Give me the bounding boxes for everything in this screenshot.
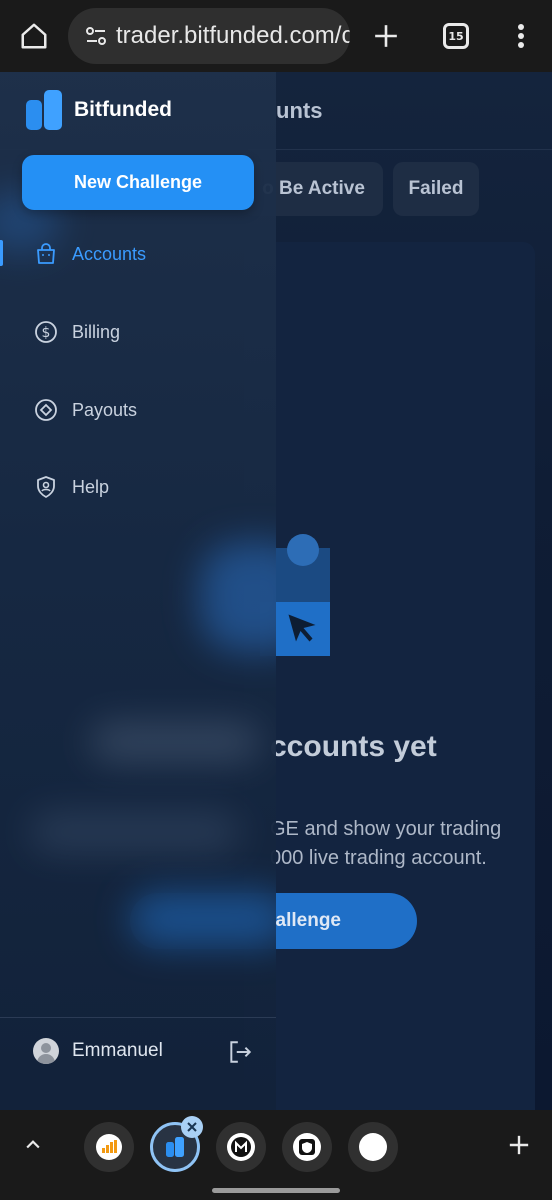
more-menu-icon <box>518 24 524 48</box>
tab-orange-icon <box>96 1134 122 1160</box>
logout-icon <box>230 1041 252 1063</box>
empty-state-card <box>244 242 535 1110</box>
sidebar-item-payouts[interactable]: Payouts <box>0 384 276 436</box>
add-tab-icon <box>509 1135 529 1155</box>
divider <box>0 1017 276 1018</box>
brand-logo[interactable]: Bitfunded <box>26 90 172 130</box>
avatar <box>33 1038 59 1064</box>
sidebar-item-label: Accounts <box>72 243 147 264</box>
cursor-icon <box>288 614 316 642</box>
sidebar-item-label: Payouts <box>72 399 138 420</box>
dollar-circle-icon: $ <box>33 319 59 345</box>
tab-switcher-button[interactable]: 15 <box>422 0 490 72</box>
bottom-tab-strip <box>0 1110 552 1200</box>
empty-state-title: ccounts yet <box>270 730 437 763</box>
brand-name: Bitfunded <box>74 98 172 121</box>
sidebar-item-label: Help <box>72 476 110 497</box>
add-tab-button[interactable] <box>506 1132 532 1158</box>
new-tab-button[interactable] <box>350 0 422 72</box>
new-tab-icon <box>375 25 397 47</box>
diamond-circle-icon <box>33 397 59 423</box>
expand-tabs-button[interactable] <box>20 1132 46 1158</box>
tab-item[interactable] <box>84 1122 134 1172</box>
address-bar[interactable]: trader.bitfunded.com/c <box>68 8 350 64</box>
page-title: unts <box>276 98 323 123</box>
shield-face-icon <box>33 474 59 500</box>
gesture-handle[interactable] <box>212 1188 340 1193</box>
sidebar-drawer: Bitfunded New Challenge Accounts $ Billi… <box>0 72 276 1110</box>
user-profile[interactable]: Emmanuel <box>33 1038 163 1064</box>
home-button[interactable] <box>0 0 68 72</box>
sidebar-item-help[interactable]: Help <box>0 461 276 513</box>
logout-button[interactable] <box>226 1038 254 1066</box>
tab-item[interactable] <box>282 1122 332 1172</box>
home-icon <box>21 23 47 49</box>
svg-text:$: $ <box>42 325 51 341</box>
new-challenge-button[interactable]: New Challenge <box>22 155 254 210</box>
tab-blank-icon <box>359 1133 387 1161</box>
tab-close-icon <box>187 1122 197 1132</box>
sidebar-item-label: Billing <box>72 321 121 342</box>
tab-shield-icon <box>293 1133 321 1161</box>
empty-state-description: GE and show your trading <box>270 818 502 840</box>
filter-failed[interactable]: Failed <box>393 162 479 216</box>
empty-state-description-line2: 000 live trading account. <box>270 847 487 869</box>
more-menu-button[interactable] <box>490 0 552 72</box>
url-text: trader.bitfunded.com/c <box>116 22 350 49</box>
sidebar-item-billing[interactable]: $ Billing <box>0 306 276 358</box>
user-name: Emmanuel <box>72 1040 163 1061</box>
bitfunded-logo-icon <box>26 90 64 130</box>
bag-icon <box>33 241 59 267</box>
site-settings-icon[interactable] <box>82 22 110 50</box>
tab-bitfunded-icon <box>166 1137 184 1157</box>
browser-toolbar: trader.bitfunded.com/c 15 <box>0 0 552 72</box>
tab-item[interactable] <box>348 1122 398 1172</box>
tab-switcher-icon: 15 <box>443 23 469 49</box>
tab-item[interactable] <box>216 1122 266 1172</box>
chevron-up-icon <box>26 1140 40 1149</box>
close-tab-button[interactable] <box>181 1116 203 1138</box>
sidebar-item-accounts[interactable]: Accounts <box>0 228 276 280</box>
tab-m-icon <box>227 1133 255 1161</box>
